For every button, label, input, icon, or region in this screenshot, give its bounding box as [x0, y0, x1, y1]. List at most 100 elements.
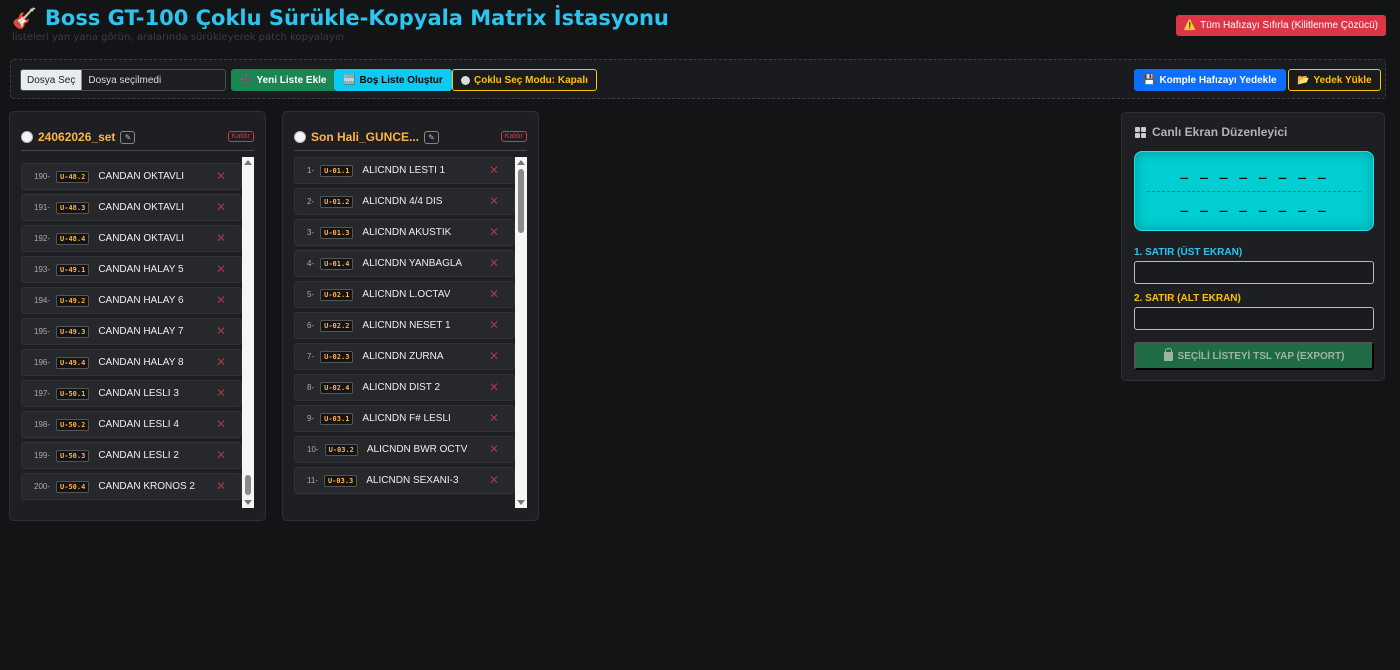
patch-code: U-50.3	[56, 449, 90, 462]
patch-name: CANDAN OKTAVLI	[98, 202, 185, 213]
close-icon[interactable]: ✕	[489, 349, 499, 363]
scroll-thumb[interactable]	[518, 169, 524, 233]
patch-row[interactable]: 195- U-49.3 CANDAN HALAY 7 ✕	[21, 318, 242, 345]
close-icon[interactable]: ✕	[489, 411, 499, 425]
patch-row[interactable]: 196- U-49.4 CANDAN HALAY 8 ✕	[21, 349, 242, 376]
close-icon[interactable]: ✕	[489, 163, 499, 177]
remove-list-button[interactable]: Kaldır	[227, 131, 254, 142]
patch-code: U-50.4	[56, 480, 90, 493]
patch-number: 192-	[34, 234, 51, 243]
close-icon[interactable]: ✕	[216, 200, 226, 214]
patch-row[interactable]: 198- U-50.2 CANDAN LESLI 4 ✕	[21, 411, 242, 438]
close-icon[interactable]: ✕	[216, 324, 226, 338]
list-select-radio[interactable]	[21, 131, 33, 143]
patch-row[interactable]: 200- U-50.4 CANDAN KRONOS 2 ✕	[21, 473, 242, 500]
patch-number: 197-	[34, 389, 51, 398]
patch-row[interactable]: 3- U-01.3 ALICNDN AKUSTIK ✕	[294, 219, 515, 246]
patch-list[interactable]: 190- U-48.2 CANDAN OKTAVLI ✕ 191- U-48.3 CANDA…	[21, 157, 254, 508]
patch-row[interactable]: 11- U-03.3 ALICNDN SEXANI-3 ✕	[294, 467, 515, 494]
remove-list-button[interactable]: Kaldır	[500, 131, 527, 142]
close-icon[interactable]: ✕	[489, 318, 499, 332]
patch-name: CANDAN HALAY 5	[98, 264, 184, 275]
line-1-input[interactable]	[1134, 261, 1374, 284]
reset-memory-button[interactable]: ⚠️ Tüm Hafızayı Sıfırla (Kilitlenme Çözü…	[1175, 15, 1386, 36]
patch-number: 194-	[34, 296, 51, 305]
patch-row[interactable]: 8- U-02.4 ALICNDN DIST 2 ✕	[294, 374, 515, 401]
multi-select-toggle[interactable]: Çoklu Seç Modu: Kapalı	[452, 69, 597, 91]
patch-row[interactable]: 1- U-01.1 ALICNDN LESTI 1 ✕	[294, 157, 515, 184]
file-choose-button[interactable]: Dosya Seç	[21, 70, 83, 90]
close-icon[interactable]: ✕	[489, 380, 499, 394]
close-icon[interactable]: ✕	[216, 169, 226, 183]
patch-row[interactable]: 192- U-48.4 CANDAN OKTAVLI ✕	[21, 225, 242, 252]
reset-memory-label: Tüm Hafızayı Sıfırla (Kilitlenme Çözücü)	[1200, 20, 1378, 31]
patch-number: 8-	[307, 383, 315, 392]
export-tsl-button[interactable]: SEÇİLİ LİSTEYİ TSL YAP (EXPORT)	[1134, 342, 1374, 370]
file-name-text: Dosya seçilmedi	[88, 74, 162, 86]
close-icon[interactable]: ✕	[216, 262, 226, 276]
patch-name: ALICNDN AKUSTIK	[362, 227, 452, 238]
empty-list-button[interactable]: 🆕 Boş Liste Oluştur	[334, 69, 452, 91]
patch-name: ALICNDN ZURNA	[362, 351, 444, 362]
patch-row[interactable]: 10- U-03.2 ALICNDN BWR OCTV ✕	[294, 436, 515, 463]
load-backup-button[interactable]: 📂 Yedek Yükle	[1288, 69, 1381, 91]
line-2-input[interactable]	[1134, 307, 1374, 330]
close-icon[interactable]: ✕	[216, 448, 226, 462]
close-icon[interactable]: ✕	[489, 287, 499, 301]
grid-icon	[1135, 126, 1146, 138]
patch-row[interactable]: 190- U-48.2 CANDAN OKTAVLI ✕	[21, 163, 242, 190]
patch-code: U-02.3	[320, 350, 354, 363]
close-icon[interactable]: ✕	[489, 194, 499, 208]
patch-code: U-48.3	[56, 201, 90, 214]
close-icon[interactable]: ✕	[216, 386, 226, 400]
patch-name: ALICNDN NESET 1	[362, 320, 451, 331]
patch-row[interactable]: 7- U-02.3 ALICNDN ZURNA ✕	[294, 343, 515, 370]
close-icon[interactable]: ✕	[216, 417, 226, 431]
scroll-thumb[interactable]	[245, 475, 251, 495]
close-icon[interactable]: ✕	[216, 355, 226, 369]
close-icon[interactable]: ✕	[489, 473, 499, 487]
patch-row[interactable]: 2- U-01.2 ALICNDN 4/4 DIS ✕	[294, 188, 515, 215]
patch-row[interactable]: 4- U-01.4 ALICNDN YANBAGLA ✕	[294, 250, 515, 277]
patch-number: 190-	[34, 172, 51, 181]
patch-row[interactable]: 5- U-02.1 ALICNDN L.OCTAV ✕	[294, 281, 515, 308]
file-input[interactable]: Dosya Seç Dosya seçilmedi	[20, 69, 226, 91]
patch-row[interactable]: 193- U-49.1 CANDAN HALAY 5 ✕	[21, 256, 242, 283]
backup-button[interactable]: 💾 Komple Hafızayı Yedekle	[1134, 69, 1286, 91]
patch-number: 9-	[307, 414, 315, 423]
close-icon[interactable]: ✕	[489, 442, 499, 456]
backup-label: Komple Hafızayı Yedekle	[1159, 74, 1277, 86]
patch-row[interactable]: 199- U-50.3 CANDAN LESLI 2 ✕	[21, 442, 242, 469]
close-icon[interactable]: ✕	[489, 225, 499, 239]
close-icon[interactable]: ✕	[216, 479, 226, 493]
patch-number: 195-	[34, 327, 51, 336]
patch-name: CANDAN HALAY 7	[98, 326, 184, 337]
list-select-radio[interactable]	[294, 131, 306, 143]
scroll-down-icon[interactable]	[517, 500, 525, 505]
patch-name: CANDAN OKTAVLI	[98, 171, 185, 182]
line-2-label: 2. SATIR (ALT EKRAN)	[1134, 293, 1241, 304]
close-icon[interactable]: ✕	[216, 293, 226, 307]
circle-icon	[461, 75, 470, 85]
page-title-text: Boss GT-100 Çoklu Sürükle-Kopyala Matrix…	[44, 6, 669, 30]
empty-list-label: Boş Liste Oluştur	[359, 74, 443, 86]
patch-code: U-49.1	[56, 263, 90, 276]
close-icon[interactable]: ✕	[489, 256, 499, 270]
pencil-icon[interactable]: ✎	[120, 130, 136, 144]
patch-row[interactable]: 6- U-02.2 ALICNDN NESET 1 ✕	[294, 312, 515, 339]
patch-list[interactable]: 1- U-01.1 ALICNDN LESTI 1 ✕ 2- U-01.2 ALICNDN …	[294, 157, 527, 508]
add-list-button[interactable]: ➕ Yeni Liste Ekle	[231, 69, 336, 91]
list-scrollbar[interactable]	[515, 157, 527, 508]
pencil-icon[interactable]: ✎	[424, 130, 440, 144]
page-title: 🎸 Boss GT-100 Çoklu Sürükle-Kopyala Matr…	[12, 6, 669, 30]
scroll-up-icon[interactable]	[244, 160, 252, 165]
patch-row[interactable]: 9- U-03.1 ALICNDN F# LESLI ✕	[294, 405, 515, 432]
scroll-up-icon[interactable]	[517, 160, 525, 165]
patch-row[interactable]: 197- U-50.1 CANDAN LESLI 3 ✕	[21, 380, 242, 407]
patch-row[interactable]: 194- U-49.2 CANDAN HALAY 6 ✕	[21, 287, 242, 314]
list-scrollbar[interactable]	[242, 157, 254, 508]
close-icon[interactable]: ✕	[216, 231, 226, 245]
patch-row[interactable]: 191- U-48.3 CANDAN OKTAVLI ✕	[21, 194, 242, 221]
lcd-line-2: _ _ _ _ _ _ _ _	[1180, 198, 1328, 213]
scroll-down-icon[interactable]	[244, 500, 252, 505]
